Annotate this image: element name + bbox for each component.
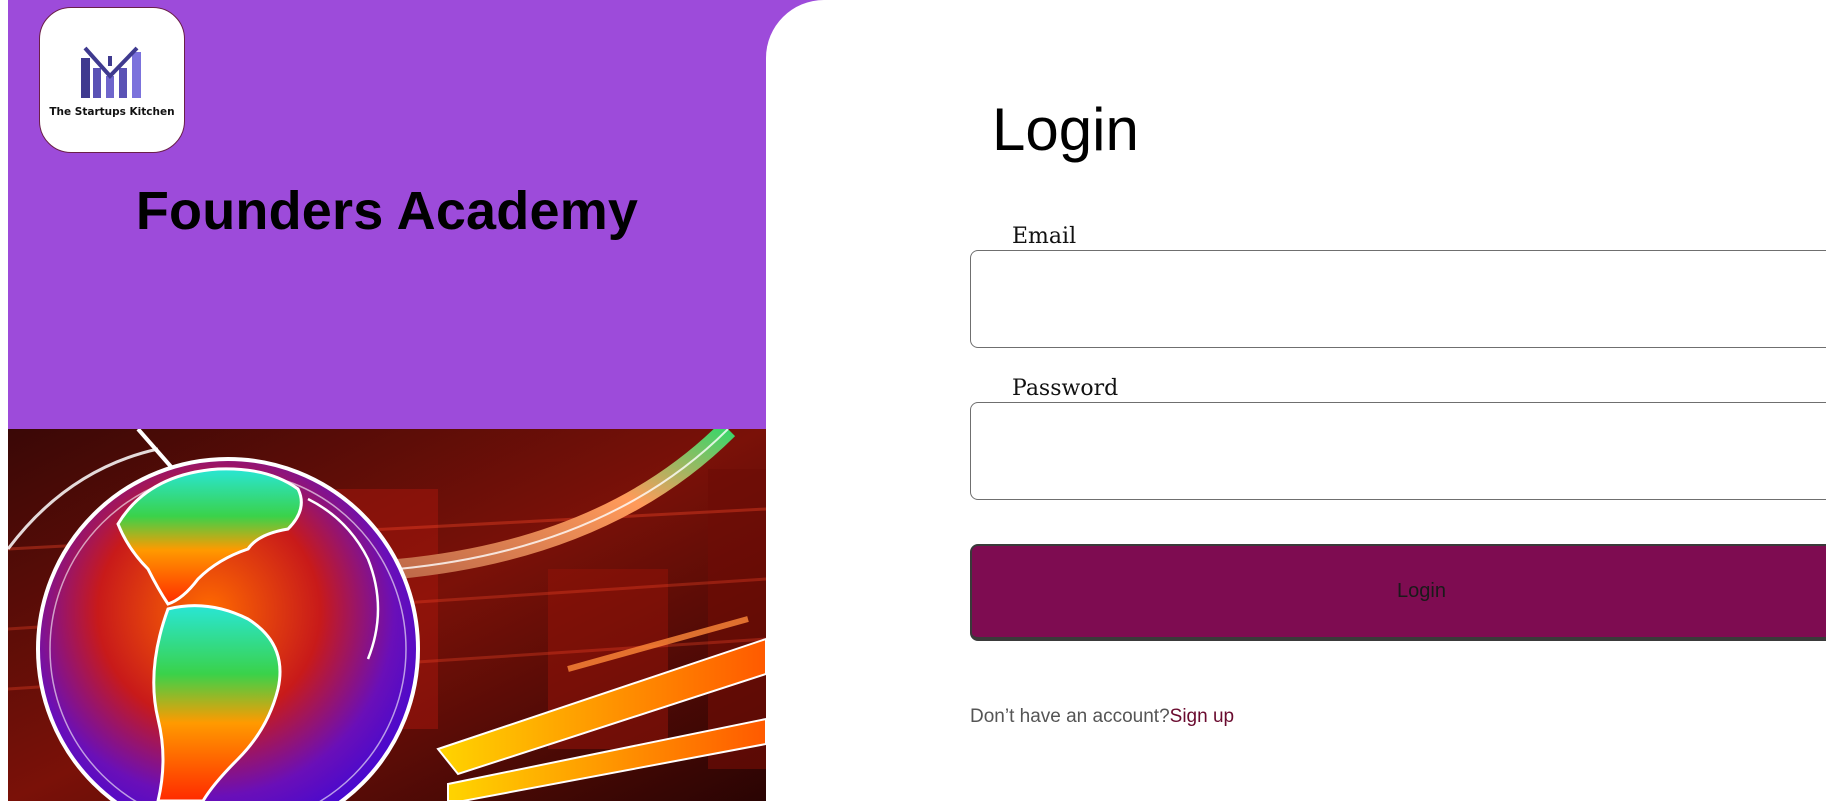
login-heading: Login bbox=[992, 96, 1139, 163]
password-input[interactable] bbox=[970, 402, 1826, 500]
brand-title: Founders Academy bbox=[135, 181, 639, 241]
signup-row: Don’t have an account?Sign up bbox=[970, 706, 1234, 728]
globe-illustration-svg bbox=[8, 429, 766, 801]
brand-panel: The Startups Kitchen Founders Academy bbox=[8, 0, 766, 801]
logo-badge: The Startups Kitchen bbox=[39, 7, 185, 153]
login-button[interactable]: Login bbox=[970, 544, 1826, 641]
email-input[interactable] bbox=[970, 250, 1826, 348]
login-panel bbox=[766, 0, 1826, 801]
startups-kitchen-logo-icon bbox=[81, 46, 141, 98]
globe-illustration bbox=[8, 429, 766, 801]
signup-prompt: Don’t have an account? bbox=[970, 706, 1170, 727]
signup-link[interactable]: Sign up bbox=[1170, 706, 1234, 727]
email-label: Email bbox=[1012, 224, 1077, 249]
login-page: The Startups Kitchen Founders Academy Lo… bbox=[0, 0, 1826, 801]
logo-text: The Startups Kitchen bbox=[49, 106, 175, 118]
password-label: Password bbox=[1012, 376, 1119, 401]
